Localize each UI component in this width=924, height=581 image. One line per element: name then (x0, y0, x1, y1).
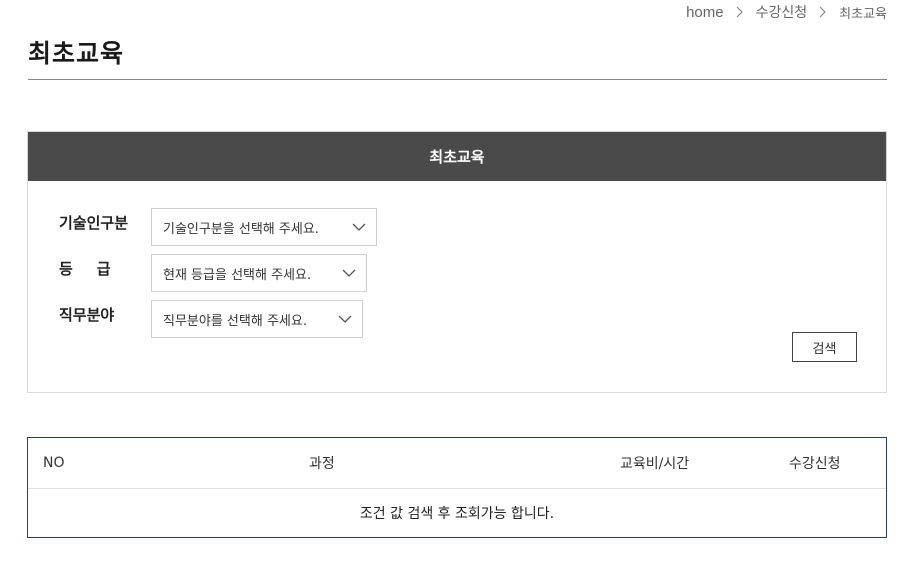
column-header-no: NO (43, 455, 65, 471)
chevron-right-icon (819, 6, 827, 21)
field-label-job-field: 직무분야 (59, 306, 115, 324)
grade-select[interactable]: 현재 등급을 선택해 주세요. (151, 254, 367, 292)
table-header-row: NO 과정 교육비/시간 수강신청 (28, 438, 886, 489)
technician-type-select-value: 기술인구분을 선택해 주세요. (163, 221, 319, 237)
table-empty-row: 조건 값 검색 후 조회가능 합니다. (28, 489, 886, 537)
chevron-right-icon (736, 6, 744, 21)
job-field-select[interactable]: 직무분야를 선택해 주세요. (151, 300, 363, 338)
field-label-grade: 등급 (59, 260, 135, 278)
title-divider (28, 79, 887, 80)
course-table: NO 과정 교육비/시간 수강신청 조건 값 검색 후 조회가능 합니다. (27, 437, 887, 538)
breadcrumb-current: 최초교육 (839, 6, 887, 22)
chevron-down-icon (338, 312, 352, 326)
empty-message: 조건 값 검색 후 조회가능 합니다. (359, 506, 555, 522)
field-label-technician-type: 기술인구분 (59, 214, 129, 232)
page-title: 최초교육 (28, 39, 125, 68)
technician-type-select[interactable]: 기술인구분을 선택해 주세요. (151, 208, 377, 246)
search-panel-header: 최초교육 (28, 132, 886, 181)
breadcrumb-enrollment-link[interactable]: 수강신청 (756, 2, 808, 22)
chevron-down-icon (342, 266, 356, 280)
column-header-enroll: 수강신청 (789, 456, 841, 472)
search-panel: 최초교육 기술인구분 기술인구분을 선택해 주세요. 등급 현재 등급을 선택해… (27, 131, 887, 393)
breadcrumb: home 수강신청 최초교육 (686, 2, 887, 22)
grade-select-value: 현재 등급을 선택해 주세요. (163, 267, 312, 283)
search-button[interactable]: 검색 (792, 332, 857, 362)
chevron-down-icon (352, 220, 366, 234)
column-header-fee-hours: 교육비/시간 (620, 456, 690, 472)
job-field-select-value: 직무분야를 선택해 주세요. (163, 313, 307, 329)
column-header-course: 과정 (309, 456, 335, 472)
breadcrumb-home-link[interactable]: home (686, 4, 724, 21)
